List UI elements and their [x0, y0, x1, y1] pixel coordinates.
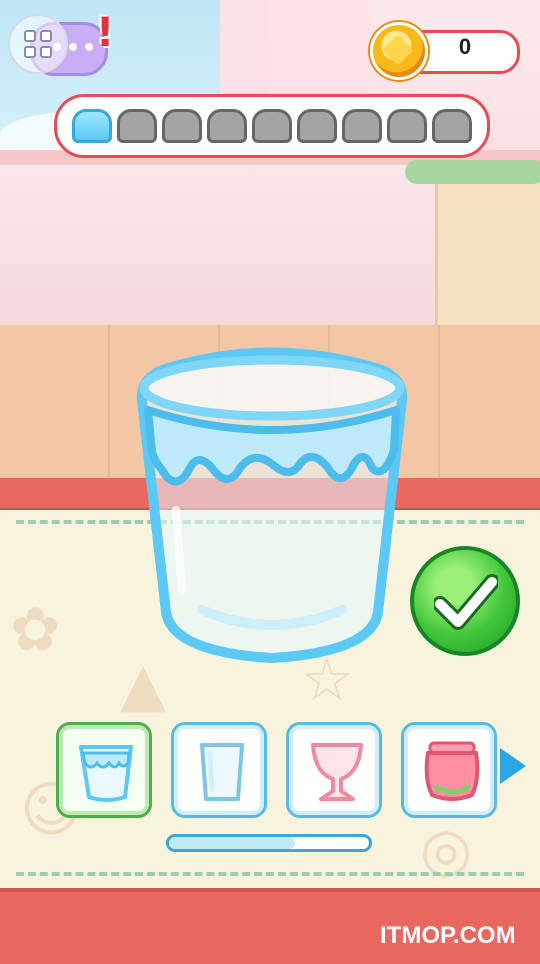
cup-option-dripping-glass[interactable] — [56, 722, 152, 818]
garland — [405, 160, 540, 184]
step-cup-icon-locked — [117, 109, 157, 143]
grid-icon — [24, 30, 52, 58]
step-cup-icon-locked — [432, 109, 472, 143]
cabinet — [435, 160, 540, 341]
holly-icon: ✿ — [10, 595, 61, 665]
cup-option-tall-glass[interactable] — [171, 722, 267, 818]
coin-icon — [370, 22, 428, 80]
sundae-glass-icon — [311, 743, 363, 801]
alert-icon: ! — [96, 10, 115, 56]
coin-count: 0 — [458, 34, 472, 59]
cup-scrollbar-thumb[interactable] — [169, 837, 295, 849]
step-cup-icon-locked — [207, 109, 247, 143]
tall-glass-icon — [200, 743, 244, 801]
step-cup-icon-locked — [252, 109, 292, 143]
step-cup-icon-locked — [342, 109, 382, 143]
confirm-button[interactable] — [410, 546, 520, 656]
candy-icon: ◎ — [420, 815, 473, 885]
step-cup-icon-locked — [387, 109, 427, 143]
checkmark-icon — [434, 574, 498, 630]
watermark: ITMOP.COM — [380, 922, 516, 949]
menu-button[interactable] — [8, 14, 68, 74]
step-cup-icon-active — [72, 109, 112, 143]
step-cup-icon-locked — [162, 109, 202, 143]
scroll-right-arrow-icon[interactable] — [500, 748, 526, 784]
glass-cup[interactable] — [132, 340, 412, 670]
step-cup-icon-locked — [297, 109, 337, 143]
cup-option-strawberry-jar[interactable] — [401, 722, 497, 818]
dripping-glass-icon — [79, 745, 133, 802]
progress-steps — [54, 94, 490, 158]
strawberry-jar-icon — [424, 741, 480, 801]
cup-option-sundae-glass[interactable] — [286, 722, 382, 818]
stitch-line — [16, 872, 524, 876]
